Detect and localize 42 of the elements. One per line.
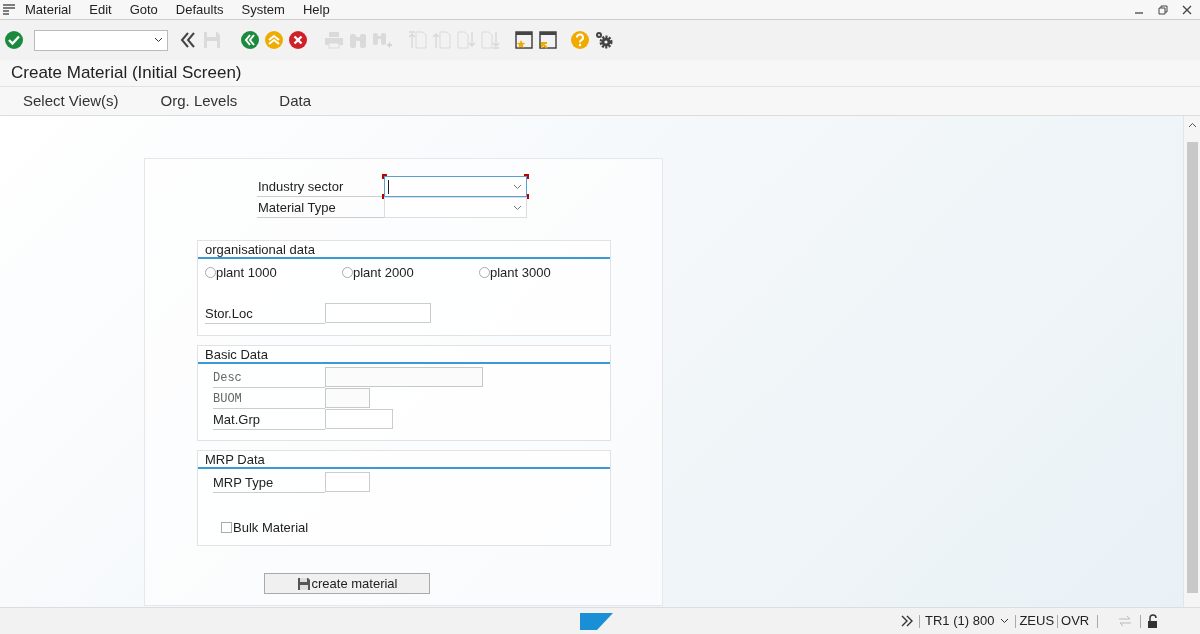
radio-option[interactable]: plant 1000 [205,262,342,283]
enter-check-icon[interactable] [4,30,24,50]
screen-title: Create Material (Initial Screen) [11,62,242,85]
group-title: MRP Data [198,451,610,469]
scrollbar[interactable] [1183,116,1200,607]
menu-item[interactable]: System [241,0,285,20]
menu-item[interactable]: Defaults [175,0,224,20]
command-field[interactable] [34,29,168,51]
toolbar-button[interactable]: Select View(s) [23,89,119,113]
caret-icon[interactable] [1000,618,1010,624]
cancel-icon[interactable] [288,30,308,50]
user-name: ZEUS [1019,612,1055,631]
toolbar-button[interactable]: Org. Levels [160,89,238,113]
connection-icon [1118,615,1133,627]
toolbar-button[interactable]: Data [279,89,311,113]
restore-icon[interactable] [1158,4,1168,15]
system-info[interactable]: TR1 (1) 800 [925,611,995,631]
checkbox[interactable]: Bulk Material [221,518,610,538]
menu-item[interactable]: Edit [89,0,112,20]
double-chevron-icon[interactable] [901,615,913,627]
close-icon[interactable] [1182,4,1192,15]
settings-icon[interactable] [594,30,614,50]
input-field[interactable] [325,303,431,323]
radio-option[interactable]: plant 2000 [342,262,479,283]
group-title: Basic Data [198,346,610,364]
group-title: organisational data [198,241,610,259]
create-material-button[interactable]: create material [264,573,430,594]
input-mode[interactable]: OVR [1061,611,1090,631]
scroll-thumb[interactable] [1186,142,1198,593]
caret-icon[interactable] [154,37,163,43]
input-field[interactable] [325,409,393,429]
scroll-up-icon[interactable] [1187,122,1197,128]
back-icon[interactable] [240,30,260,50]
menu-item[interactable]: Material [25,0,72,20]
sap-logo [580,612,613,630]
menu-item[interactable]: Help [302,0,330,20]
double-chevron-icon[interactable] [178,30,198,50]
menu-item[interactable]: Goto [129,0,158,20]
menu-icon[interactable] [2,3,16,16]
radio-option[interactable]: plant 3000 [479,262,551,283]
dropdown-field[interactable] [384,176,527,197]
input-field[interactable] [325,472,370,492]
